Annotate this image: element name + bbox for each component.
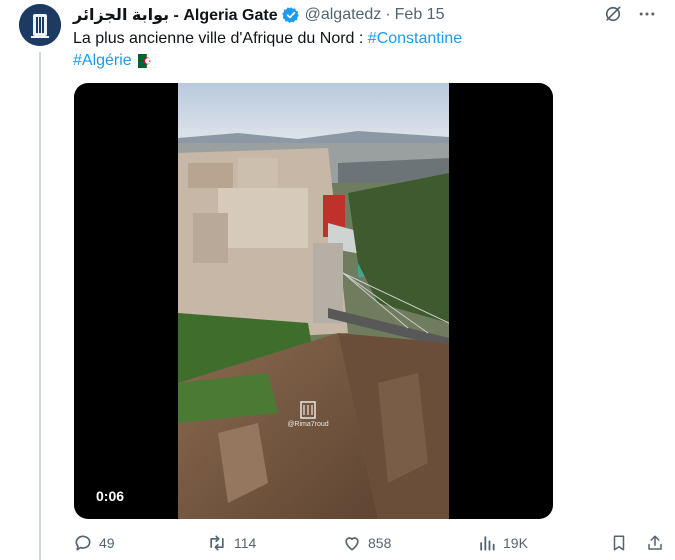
hashtag-constantine[interactable]: #Constantine	[368, 30, 462, 47]
video-duration: 0:06	[96, 488, 125, 504]
reply-icon	[73, 533, 93, 553]
share-button[interactable]	[646, 533, 664, 553]
hashtag-algerie[interactable]: #Algérie	[73, 52, 132, 69]
more-icon[interactable]	[637, 4, 657, 29]
user-handle[interactable]: @algatedz	[305, 6, 382, 24]
bookmark-icon	[610, 533, 628, 553]
reply-count: 49	[99, 535, 115, 551]
views-button[interactable]: 19K	[477, 533, 528, 553]
repost-button[interactable]: 114	[206, 533, 256, 553]
display-name[interactable]: بوابة الجزائر - Algeria Gate	[73, 5, 278, 25]
tweet-text: La plus ancienne ville d'Afrique du Nord…	[73, 28, 633, 75]
video-player[interactable]: @Rima7roud 0:06	[74, 83, 553, 519]
views-count: 19K	[503, 535, 528, 551]
repost-count: 114	[234, 535, 257, 551]
like-count: 858	[368, 535, 392, 551]
bookmark-button[interactable]	[610, 533, 628, 553]
video-watermark: @Rima7roud	[286, 401, 330, 428]
grok-icon[interactable]	[603, 4, 623, 29]
repost-icon	[206, 533, 228, 553]
tweet-text-body: La plus ancienne ville d'Afrique du Nord…	[73, 30, 368, 47]
tweet-top-actions	[603, 4, 657, 29]
views-icon	[477, 533, 497, 553]
reply-button[interactable]: 49	[73, 533, 115, 553]
video-thumbnail	[178, 83, 449, 519]
algeria-flag-icon	[137, 53, 156, 75]
avatar-logo	[19, 4, 61, 46]
verified-icon	[281, 6, 300, 24]
avatar[interactable]	[19, 4, 61, 46]
like-icon	[342, 533, 362, 553]
action-bar: 49 114 858 19K	[73, 533, 668, 555]
share-icon	[646, 533, 664, 553]
separator-dot: ·	[385, 6, 391, 23]
tweet-date[interactable]: Feb 15	[395, 6, 445, 24]
tweet-header: بوابة الجزائر - Algeria Gate @algatedz ·…	[73, 4, 444, 26]
thread-line	[39, 52, 41, 560]
watermark-logo-icon	[300, 401, 316, 419]
like-button[interactable]: 858	[342, 533, 391, 553]
watermark-text: @Rima7roud	[287, 421, 329, 428]
